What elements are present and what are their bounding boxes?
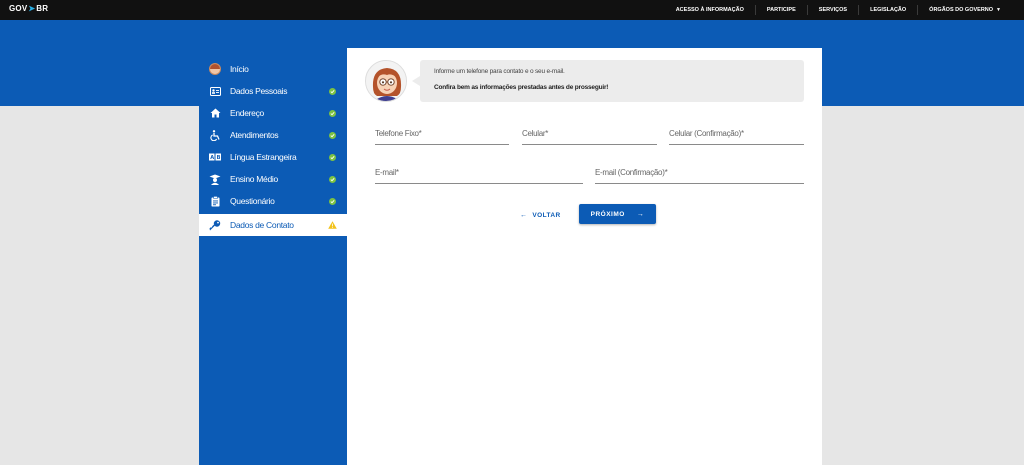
sidebar-item-label: Dados de Contato bbox=[230, 220, 294, 230]
gov-link-orgaos-label: ÓRGÃOS DO GOVERNO bbox=[929, 7, 994, 13]
accessibility-icon bbox=[209, 129, 221, 141]
sidebar-item-lingua-estrangeira[interactable]: AB Língua Estrangeira bbox=[199, 146, 347, 168]
svg-text:A: A bbox=[210, 155, 214, 161]
contact-form-card: Informe um telefone para contato e o seu… bbox=[347, 48, 822, 465]
sidebar-item-endereco[interactable]: Endereço bbox=[199, 102, 347, 124]
check-icon bbox=[329, 131, 336, 139]
next-button[interactable]: PRÓXIMO → bbox=[579, 204, 656, 224]
assistant-message-line2: Confira bem as informações prestadas ant… bbox=[434, 84, 609, 91]
gov-link-participe[interactable]: PARTICIPE bbox=[754, 5, 807, 15]
chevron-down-icon: ▼ bbox=[996, 7, 1001, 13]
graduation-icon bbox=[209, 173, 221, 185]
key-icon bbox=[209, 219, 221, 231]
gov-link-legislacao[interactable]: LEGISLAÇÃO bbox=[858, 5, 917, 15]
gov-logo-suffix: BR bbox=[36, 4, 49, 13]
sidebar-item-label: Dados Pessoais bbox=[230, 86, 288, 96]
svg-text:B: B bbox=[217, 155, 221, 161]
sidebar-item-label: Questionário bbox=[230, 196, 275, 206]
gov-links: ACESSO À INFORMAÇÃO PARTICIPE SERVIÇOS L… bbox=[665, 0, 1012, 20]
sidebar-item-label: Endereço bbox=[230, 108, 264, 118]
sidebar: Início Dados Pessoais Endereço Atendimen… bbox=[199, 48, 347, 465]
gov-link-servicos[interactable]: SERVIÇOS bbox=[806, 5, 858, 15]
email-confirmacao-field[interactable]: E-mail (Confirmação)* bbox=[595, 168, 804, 184]
sidebar-item-dados-pessoais[interactable]: Dados Pessoais bbox=[199, 80, 347, 102]
next-button-label: PRÓXIMO bbox=[590, 210, 625, 218]
check-icon bbox=[329, 175, 336, 183]
assistant-message: Informe um telefone para contato e o seu… bbox=[412, 60, 804, 102]
check-icon bbox=[329, 153, 336, 161]
email-label: E-mail* bbox=[375, 168, 399, 177]
sidebar-item-label: Atendimentos bbox=[230, 130, 279, 140]
sidebar-item-label: Início bbox=[230, 64, 249, 74]
sidebar-item-dados-de-contato[interactable]: Dados de Contato bbox=[199, 214, 347, 236]
check-icon bbox=[329, 197, 336, 205]
celular-confirmacao-field[interactable]: Celular (Confirmação)* bbox=[669, 129, 804, 145]
arrow-left-icon: ← bbox=[520, 211, 528, 219]
home-icon bbox=[209, 107, 221, 119]
check-icon bbox=[329, 87, 336, 95]
telefone-fixo-label: Telefone Fixo* bbox=[375, 129, 422, 138]
clipboard-icon bbox=[209, 195, 221, 207]
id-card-icon bbox=[209, 85, 221, 97]
arrow-right-icon: → bbox=[636, 210, 645, 218]
sidebar-item-ensino-medio[interactable]: Ensino Médio bbox=[199, 168, 347, 190]
gov-top-bar: GOV ➤ BR ACESSO À INFORMAÇÃO PARTICIPE S… bbox=[0, 0, 1024, 20]
assistant-message-line1: Informe um telefone para contato e o seu… bbox=[434, 68, 565, 75]
sidebar-item-inicio[interactable]: Início bbox=[199, 58, 347, 80]
gov-link-orgaos[interactable]: ÓRGÃOS DO GOVERNO ▼ bbox=[917, 5, 1012, 15]
celular-confirmacao-label: Celular (Confirmação)* bbox=[669, 129, 744, 138]
sidebar-item-atendimentos[interactable]: Atendimentos bbox=[199, 124, 347, 146]
assistant-avatar bbox=[365, 60, 407, 102]
telefone-fixo-field[interactable]: Telefone Fixo* bbox=[375, 129, 509, 145]
celular-label: Celular* bbox=[522, 129, 549, 138]
warning-icon bbox=[328, 221, 337, 229]
celular-field[interactable]: Celular* bbox=[522, 129, 657, 145]
gov-logo-arrow-icon: ➤ bbox=[28, 4, 36, 13]
avatar-icon bbox=[209, 63, 221, 75]
back-button[interactable]: ← VOLTAR bbox=[520, 209, 561, 221]
email-confirmacao-label: E-mail (Confirmação)* bbox=[595, 168, 668, 177]
sidebar-item-label: Ensino Médio bbox=[230, 174, 278, 184]
sidebar-item-label: Língua Estrangeira bbox=[230, 152, 297, 162]
back-button-label: VOLTAR bbox=[532, 211, 561, 219]
language-icon: AB bbox=[209, 151, 221, 163]
email-field[interactable]: E-mail* bbox=[375, 168, 583, 184]
gov-br-logo[interactable]: GOV ➤ BR bbox=[9, 4, 48, 13]
sidebar-item-questionario[interactable]: Questionário bbox=[199, 190, 347, 212]
check-icon bbox=[329, 109, 336, 117]
gov-link-acesso[interactable]: ACESSO À INFORMAÇÃO bbox=[665, 5, 755, 15]
gov-logo-text: GOV bbox=[9, 4, 28, 13]
